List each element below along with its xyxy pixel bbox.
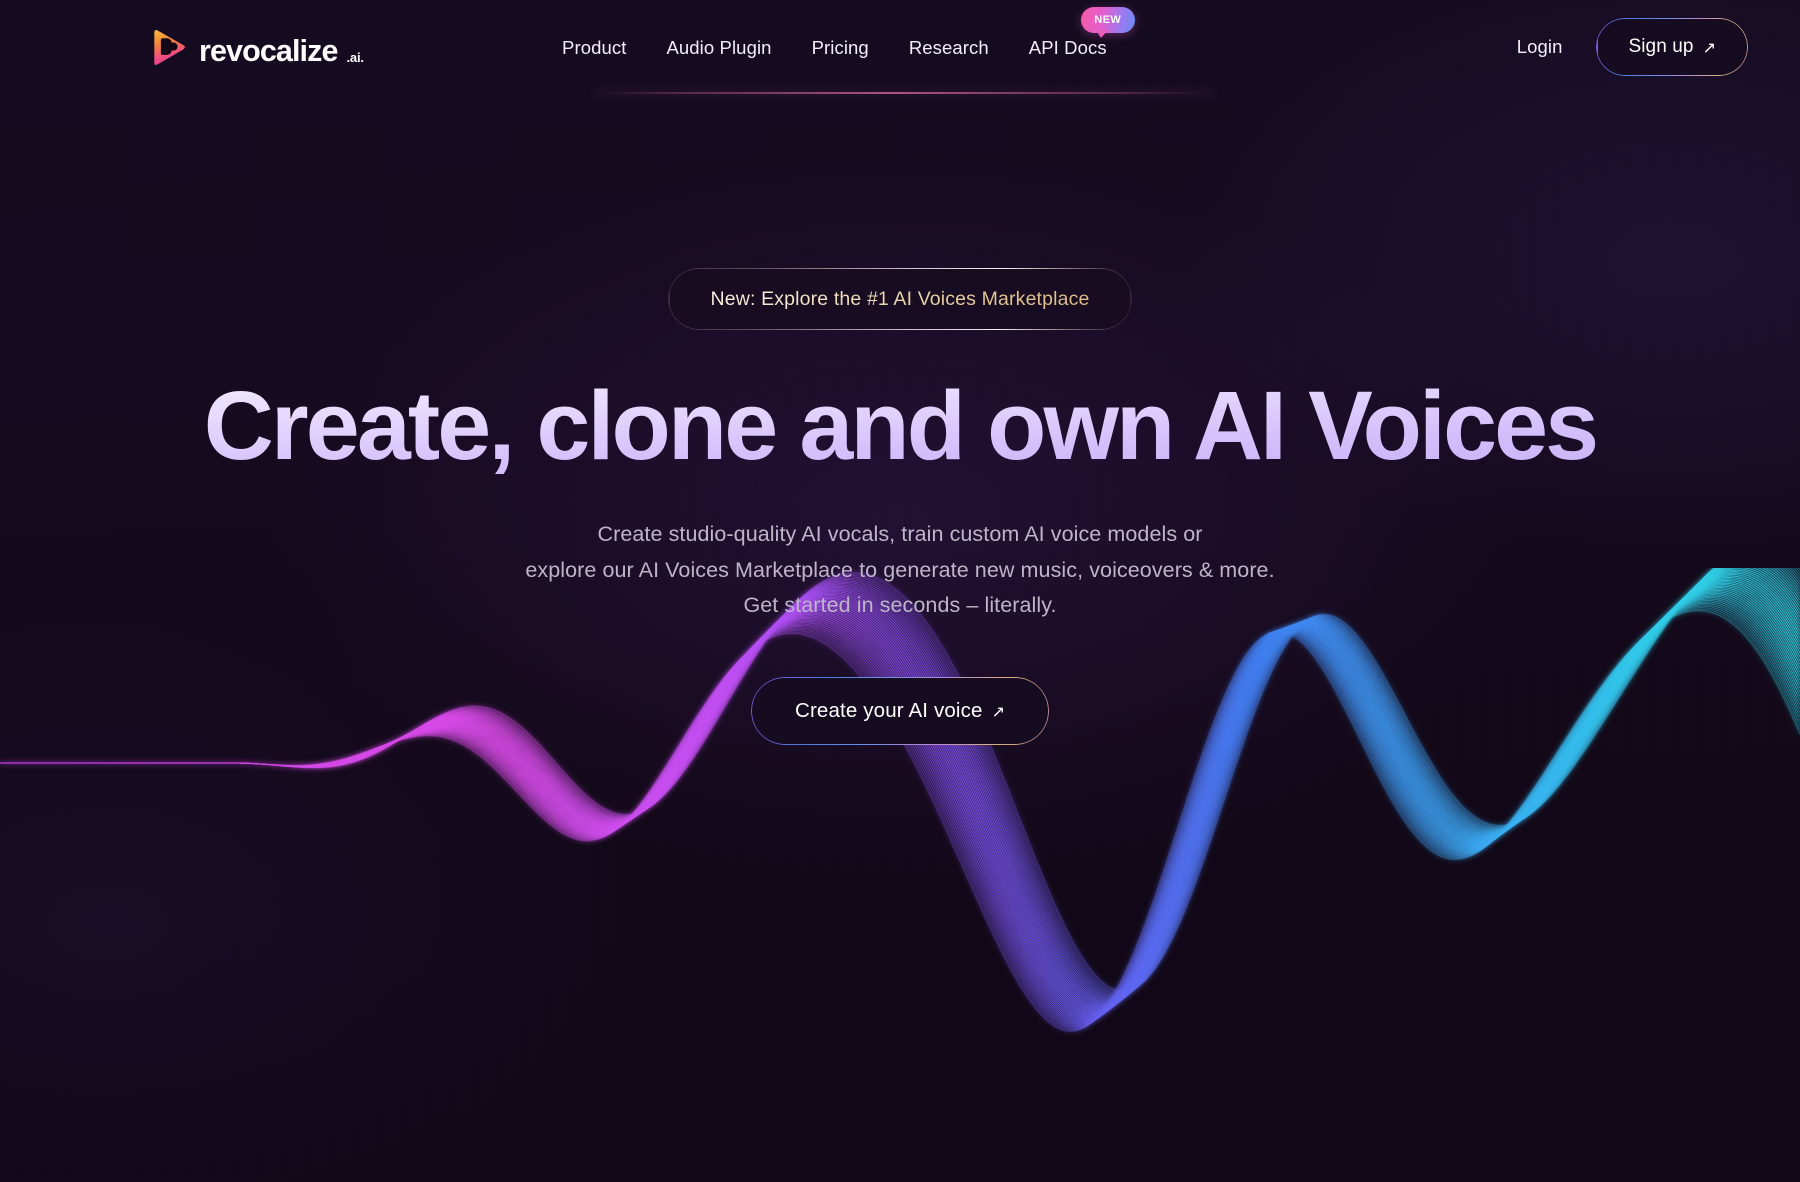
nav-label: API Docs [1028,37,1107,58]
signup-button[interactable]: Sign up ↗ [1596,18,1748,76]
nav-label: Audio Plugin [666,37,772,58]
pill-label: New: Explore the #1 AI Voices Marketplac… [710,287,1090,310]
hero-section: New: Explore the #1 AI Voices Marketplac… [0,0,1800,745]
marketplace-announcement-pill[interactable]: New: Explore the #1 AI Voices Marketplac… [668,268,1132,330]
nav-api-docs[interactable]: API Docs NEW [1027,7,1135,63]
page-title: Create, clone and own AI Voices [203,371,1599,480]
cta-label: Create your AI voice [795,698,983,722]
arrow-up-right-icon: ↗ [1702,40,1716,57]
subtitle-line-3: Get started in seconds – literally. [743,593,1057,618]
new-badge: NEW [1080,7,1135,38]
page-root: revocalize .ai. Product Audio Plugin Pri… [0,0,1800,1182]
nav-label: Research [908,37,989,58]
main-navigation: Product Audio Plugin Pricing Research AP… [560,7,1135,63]
new-badge-label: NEW [1094,13,1122,26]
brand-logo[interactable]: revocalize .ai. [146,26,366,68]
create-ai-voice-button[interactable]: Create your AI voice ↗ [751,676,1049,745]
site-header: revocalize .ai. Product Audio Plugin Pri… [0,0,1800,98]
nav-pricing[interactable]: Pricing [810,33,871,63]
brand-suffix: .ai. [346,50,364,65]
subtitle-line-2: explore our AI Voices Marketplace to gen… [525,557,1275,582]
header-divider [594,92,1214,94]
play-triangle-icon [154,30,185,66]
brand-name: revocalize [199,33,338,68]
header-actions: Login Sign up ↗ [1513,18,1748,76]
nav-label: Pricing [811,37,869,58]
arrow-up-right-icon: ↗ [991,703,1005,721]
subtitle-line-1: Create studio-quality AI vocals, train c… [597,521,1203,546]
nav-audio-plugin[interactable]: Audio Plugin [664,33,773,63]
login-link[interactable]: Login [1513,30,1567,64]
nav-product[interactable]: Product [560,33,628,63]
nav-label: Product [562,37,627,58]
signup-label: Sign up [1628,36,1694,57]
nav-research[interactable]: Research [907,33,991,63]
hero-subtitle: Create studio-quality AI vocals, train c… [525,517,1274,624]
